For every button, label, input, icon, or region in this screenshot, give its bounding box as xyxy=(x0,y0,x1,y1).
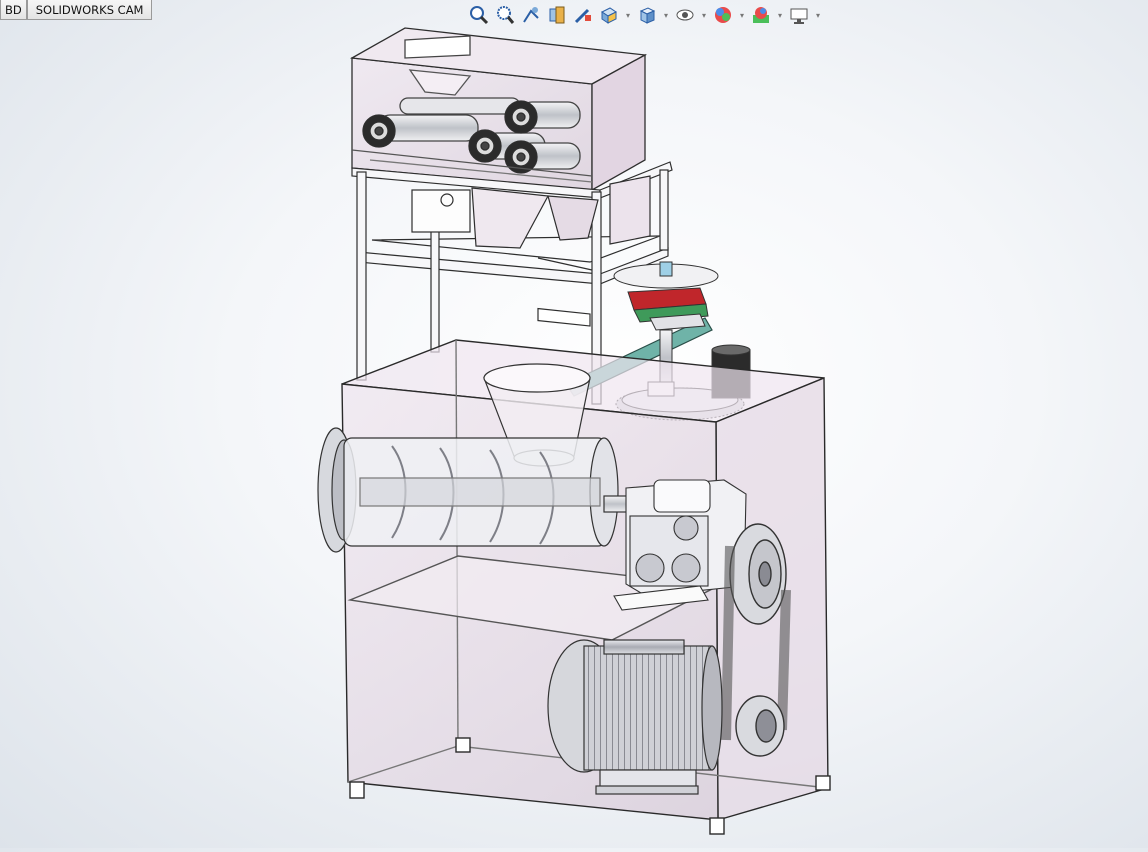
display-style-icon[interactable] xyxy=(636,4,658,26)
hide-show-items-icon[interactable] xyxy=(674,4,696,26)
tab-solidworks-cam[interactable]: SOLIDWORKS CAM xyxy=(26,0,153,20)
chevron-down-icon[interactable]: ▾ xyxy=(700,4,708,26)
apply-scene-icon[interactable] xyxy=(750,4,772,26)
tab-bd[interactable]: BD xyxy=(0,0,27,20)
chevron-down-icon[interactable]: ▾ xyxy=(662,4,670,26)
edit-appearance-icon[interactable] xyxy=(712,4,734,26)
dynamic-annotation-icon[interactable] xyxy=(572,4,594,26)
graphics-area[interactable] xyxy=(0,0,1148,848)
view-orientation-icon[interactable] xyxy=(598,4,620,26)
command-manager-tabs: BD SOLIDWORKS CAM xyxy=(0,0,153,21)
chevron-down-icon[interactable]: ▾ xyxy=(738,4,746,26)
zoom-to-fit-icon[interactable] xyxy=(468,4,490,26)
previous-view-icon[interactable] xyxy=(520,4,542,26)
heads-up-view-toolbar: ▾ ▾ ▾ ▾ ▾ ▾ xyxy=(468,2,822,28)
extruder-barrel xyxy=(317,427,641,553)
chevron-down-icon[interactable]: ▾ xyxy=(776,4,784,26)
roller-hopper-box xyxy=(349,27,648,192)
section-view-icon[interactable] xyxy=(546,4,568,26)
view-settings-icon[interactable] xyxy=(788,4,810,26)
machine-model xyxy=(317,27,831,835)
zoom-to-area-icon[interactable] xyxy=(494,4,516,26)
chevron-down-icon[interactable]: ▾ xyxy=(624,4,632,26)
chevron-down-icon[interactable]: ▾ xyxy=(814,4,822,26)
